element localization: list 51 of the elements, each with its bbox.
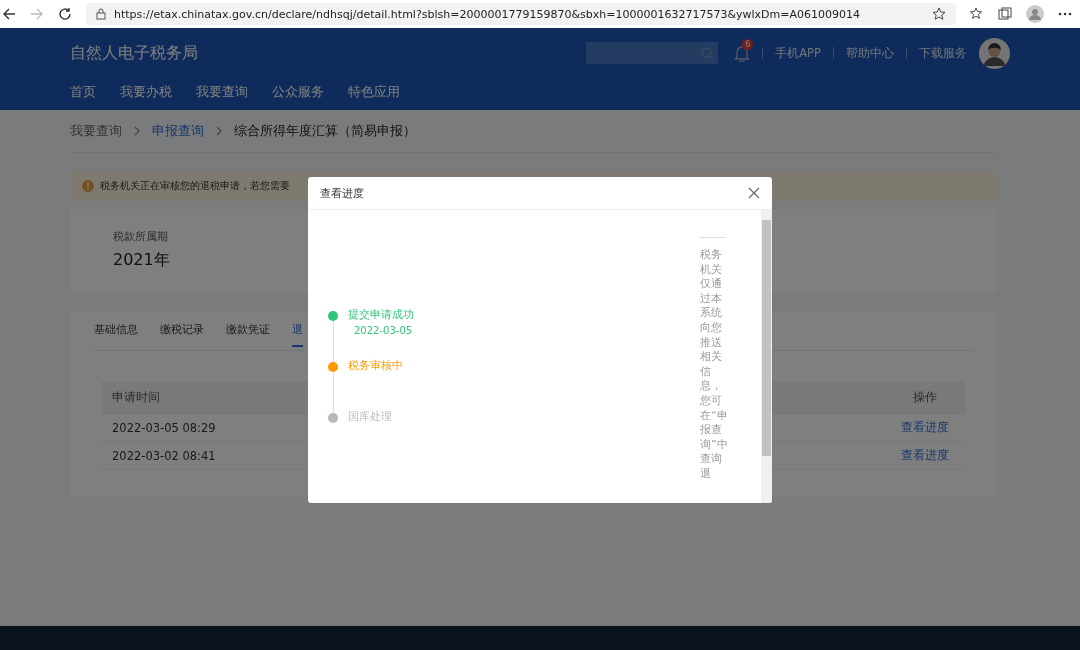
nav-item[interactable]: 我要办税 [120, 83, 172, 101]
nav-item[interactable]: 公众服务 [272, 83, 324, 101]
tab[interactable]: 退 [292, 322, 303, 347]
address-bar[interactable]: https://etax.chinatax.gov.cn/declare/ndhsqj/detail.html?sblsh=2000001779159870&sbxh=1000001632717573&ywlxDm=A061009014 [86, 3, 956, 25]
alert-text: 税务机关正在审核您的退税申请，若您需要 [100, 179, 290, 193]
step-label: 税务审核中 [348, 359, 403, 373]
dialog-title: 查看进度 [320, 185, 364, 201]
site-title: 自然人电子税务局 [70, 42, 198, 64]
current-page-label: 综合所得年度汇算（简易申报） [234, 122, 416, 140]
header-link[interactable]: 手机APP [775, 45, 821, 61]
avatar[interactable] [979, 37, 1010, 69]
back-icon[interactable] [2, 7, 16, 21]
chevron-icon [134, 126, 140, 136]
view-progress-link[interactable]: 查看进度 [895, 448, 955, 463]
column-header: 申请时间 [112, 389, 160, 405]
view-progress-link[interactable]: 查看进度 [895, 420, 955, 435]
header-link[interactable]: 下载服务 [919, 45, 967, 61]
notice-text: 税务机关仅通过本系统向您推送相关信息，您可在“申报查询”中查询退 [700, 237, 726, 482]
table-cell: 2022-03-05 08:29 [112, 420, 216, 435]
step-dot [328, 413, 338, 423]
step-date: 2022-03-05 [353, 325, 414, 336]
lock-icon [96, 8, 106, 20]
step-label: 提交申请成功 [348, 308, 414, 322]
header-link[interactable]: 帮助中心 [846, 45, 894, 61]
warning-icon [82, 180, 94, 192]
step-dot [328, 311, 338, 321]
period-label: 税款所属期 [113, 229, 168, 244]
favorites-icon[interactable] [970, 7, 984, 21]
tab[interactable]: 缴款凭证 [226, 322, 270, 345]
period-value: 2021年 [113, 250, 170, 271]
tab[interactable]: 缴税记录 [160, 322, 204, 345]
scrollbar[interactable] [761, 210, 772, 503]
nav-item[interactable]: 特色应用 [348, 83, 400, 101]
search-field[interactable] [586, 42, 719, 64]
collections-icon[interactable] [998, 7, 1012, 21]
step-label: 国库处理 [348, 410, 392, 424]
more-icon[interactable] [1058, 12, 1072, 16]
breadcrumb-item[interactable]: 我要查询 [70, 122, 122, 140]
notification-badge: 6 [742, 38, 754, 50]
chevron-icon [216, 126, 222, 136]
favorite-star-icon[interactable] [932, 7, 946, 21]
column-header: 操作 [912, 389, 938, 405]
nav-item[interactable]: 我要查询 [196, 83, 248, 101]
close-icon[interactable] [748, 187, 760, 199]
tab[interactable]: 基础信息 [94, 322, 138, 345]
table-cell: 2022-03-02 08:41 [112, 448, 216, 463]
breadcrumb-item[interactable]: 申报查询 [152, 122, 204, 140]
nav-item[interactable]: 首页 [70, 83, 96, 101]
step-dot [328, 362, 338, 372]
reload-icon[interactable] [58, 7, 72, 21]
profile-icon[interactable] [1026, 5, 1044, 23]
